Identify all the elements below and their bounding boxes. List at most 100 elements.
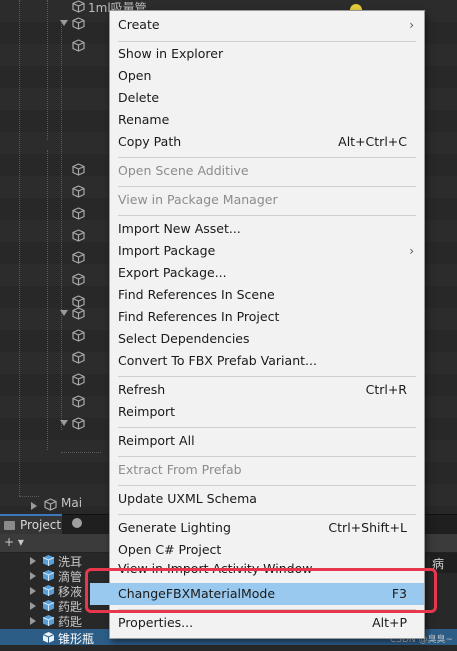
prefab-cube-icon: [42, 614, 55, 627]
submenu-arrow-icon: ›: [409, 244, 414, 258]
menu-item-create[interactable]: Create ›: [110, 14, 424, 36]
expand-arrow-icon[interactable]: [60, 310, 68, 316]
expand-arrow-icon[interactable]: [60, 420, 68, 426]
expand-arrow-icon[interactable]: [30, 617, 36, 625]
menu-item-label: Properties...: [118, 615, 194, 630]
prefab-cube-icon: [42, 584, 55, 597]
menu-item-generate-lighting[interactable]: Generate Lighting Ctrl+Shift+L: [110, 517, 424, 539]
menu-item-label: Find References In Scene: [118, 287, 275, 302]
menu-item-select-dependencies[interactable]: Select Dependencies: [110, 328, 424, 350]
menu-item-label: Open C# Project: [118, 542, 222, 557]
list-item-label: 锥形瓶: [58, 632, 95, 646]
submenu-arrow-icon: ›: [409, 18, 414, 32]
tree-guide-line: [47, 0, 48, 140]
menu-item-shortcut: Alt+P: [372, 615, 407, 630]
gameobject-cube-icon: [72, 163, 85, 176]
menu-item-convert-to-fbx-prefab-variant[interactable]: Convert To FBX Prefab Variant...: [110, 350, 424, 372]
prefab-cube-icon: [42, 569, 55, 582]
gameobject-cube-icon: [72, 417, 85, 430]
tree-guide-line: [19, 0, 20, 496]
menu-separator: [118, 514, 416, 515]
menu-item-refresh[interactable]: Refresh Ctrl+R: [110, 379, 424, 401]
menu-item-find-references-in-project[interactable]: Find References In Project: [110, 306, 424, 328]
collapse-arrow-icon[interactable]: [31, 502, 37, 510]
tree-guide-line: [61, 452, 101, 453]
menu-item-properties[interactable]: Properties... Alt+P: [110, 612, 424, 634]
tree-guide-line: [19, 496, 39, 497]
context-menu: Create › Show in Explorer Open Delete Re…: [90, 10, 425, 639]
annotation-highlight-box: [85, 568, 437, 613]
prefab-cube-icon: [42, 631, 55, 644]
tree-guide-line: [47, 150, 48, 450]
menu-item-import-package[interactable]: Import Package ›: [110, 240, 424, 262]
menu-item-extract-from-prefab: Extract From Prefab: [110, 459, 424, 481]
menu-item-label: Delete: [118, 90, 160, 105]
menu-separator: [118, 427, 416, 428]
menu-item-label: Convert To FBX Prefab Variant...: [118, 353, 317, 368]
menu-item-label: Extract From Prefab: [118, 462, 242, 477]
menu-separator: [118, 485, 416, 486]
menu-item-rename[interactable]: Rename: [110, 109, 424, 131]
menu-item-label: Open: [118, 68, 152, 83]
gameobject-cube-icon: [72, 0, 85, 13]
gameobject-cube-icon: [44, 498, 57, 511]
menu-item-label: Reimport All: [118, 433, 195, 448]
gameobject-cube-icon: [72, 39, 85, 52]
add-asset-button[interactable]: + ▾: [4, 535, 24, 549]
menu-item-label: Export Package...: [118, 265, 227, 280]
menu-separator: [118, 157, 416, 158]
menu-item-open[interactable]: Open: [110, 65, 424, 87]
menu-separator: [118, 376, 416, 377]
menu-item-show-in-explorer[interactable]: Show in Explorer: [110, 43, 424, 65]
menu-item-label: Copy Path: [118, 134, 182, 149]
menu-item-reimport-all[interactable]: Reimport All: [110, 430, 424, 452]
menu-item-label: Open Scene Additive: [118, 163, 249, 178]
menu-item-import-new-asset[interactable]: Import New Asset...: [110, 218, 424, 240]
gameobject-cube-icon: [72, 17, 85, 30]
menu-item-label: Create: [118, 17, 160, 32]
gameobject-cube-icon: [72, 229, 85, 242]
menu-item-view-in-package-manager: View in Package Manager: [110, 189, 424, 211]
tab-project[interactable]: Project: [0, 514, 62, 534]
menu-item-copy-path[interactable]: Copy Path Alt+Ctrl+C: [110, 131, 424, 153]
menu-item-shortcut: Ctrl+R: [365, 382, 407, 397]
gameobject-cube-icon: [72, 185, 85, 198]
gameobject-cube-icon: [72, 273, 85, 286]
expand-arrow-icon[interactable]: [30, 557, 36, 565]
menu-item-label: Import New Asset...: [118, 221, 241, 236]
menu-item-export-package[interactable]: Export Package...: [110, 262, 424, 284]
menu-item-find-references-in-scene[interactable]: Find References In Scene: [110, 284, 424, 306]
menu-item-update-uxml-schema[interactable]: Update UXML Schema: [110, 488, 424, 510]
menu-separator: [118, 186, 416, 187]
menu-item-label: Show in Explorer: [118, 46, 224, 61]
menu-separator: [118, 456, 416, 457]
gameobject-cube-icon: [72, 373, 85, 386]
menu-item-shortcut: Ctrl+Shift+L: [328, 520, 407, 535]
expand-arrow-icon[interactable]: [30, 572, 36, 580]
gameobject-cube-icon: [72, 395, 85, 408]
menu-item-open-csharp-project[interactable]: Open C# Project: [110, 539, 424, 561]
prefab-cube-icon: [42, 554, 55, 567]
hierarchy-item-label: Mai: [61, 496, 83, 510]
menu-item-label: Update UXML Schema: [118, 491, 257, 506]
gameobject-cube-icon: [72, 207, 85, 220]
console-tab-icon[interactable]: [72, 518, 82, 528]
expand-arrow-icon[interactable]: [60, 20, 68, 26]
menu-item-label: Reimport: [118, 404, 176, 419]
list-item-label: 药匙: [58, 615, 83, 629]
menu-item-open-scene-additive: Open Scene Additive: [110, 160, 424, 182]
prefab-cube-icon: [42, 599, 55, 612]
folder-icon: [4, 521, 15, 530]
menu-item-reimport[interactable]: Reimport: [110, 401, 424, 423]
gameobject-cube-icon: [72, 329, 85, 342]
expand-arrow-icon[interactable]: [30, 587, 36, 595]
menu-item-label: Import Package: [118, 243, 216, 258]
menu-item-label: Generate Lighting: [118, 520, 231, 535]
menu-item-shortcut: Alt+Ctrl+C: [338, 134, 407, 149]
menu-separator: [118, 215, 416, 216]
menu-item-delete[interactable]: Delete: [110, 87, 424, 109]
gameobject-cube-icon: [72, 307, 85, 320]
expand-arrow-icon[interactable]: [30, 602, 36, 610]
menu-item-label: Rename: [118, 112, 170, 127]
menu-item-label: View in Package Manager: [118, 192, 278, 207]
